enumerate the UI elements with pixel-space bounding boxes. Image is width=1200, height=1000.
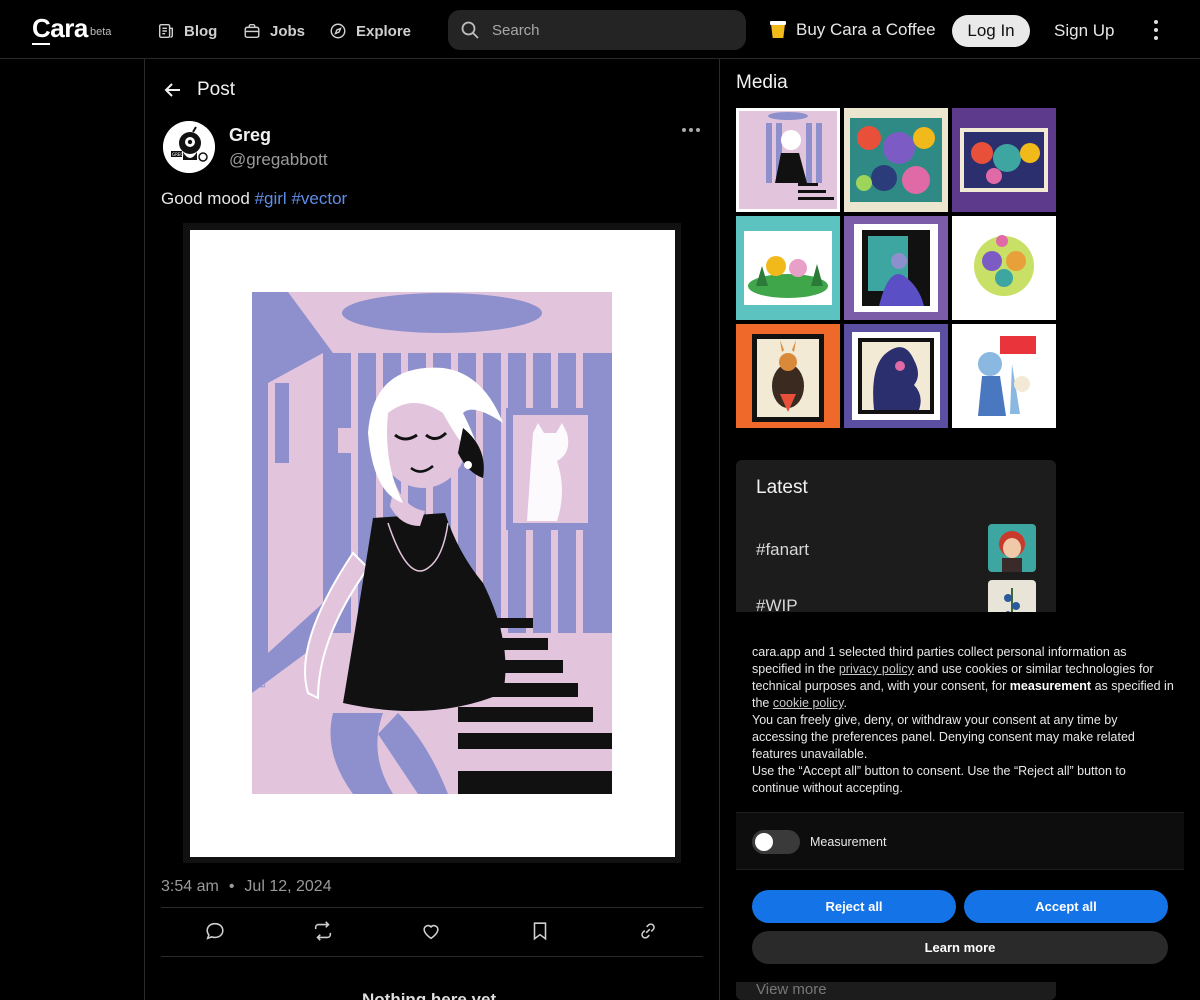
logo-text: Cara: [32, 13, 88, 43]
coffee-cup-icon: [770, 21, 786, 39]
nav-jobs-label: Jobs: [270, 22, 306, 40]
share-link-button[interactable]: [637, 920, 661, 944]
column-divider-left: [144, 59, 145, 1000]
post-options-icon[interactable]: [682, 128, 700, 132]
toggle-knob: [755, 833, 773, 851]
hashtag-link[interactable]: #girl: [255, 189, 287, 208]
author-handle[interactable]: @gregabbott: [229, 150, 328, 170]
media-thumbnail[interactable]: [844, 324, 948, 428]
empty-comments-text: Nothing here yet: [362, 990, 497, 1000]
nav-jobs[interactable]: Jobs: [243, 20, 305, 42]
consent-preferences-row: Measurement: [736, 812, 1184, 870]
post-date: Jul 12, 2024: [244, 878, 332, 895]
caption-text: Good mood: [161, 189, 250, 208]
author-avatar[interactable]: GREG: [163, 121, 215, 173]
login-button[interactable]: Log In: [952, 15, 1030, 47]
search-input[interactable]: [492, 21, 722, 39]
more-menu-icon[interactable]: [1149, 20, 1163, 40]
actions-divider-bottom: [161, 956, 703, 957]
media-thumbnail[interactable]: [952, 216, 1056, 320]
consent-text: cara.app and 1 selected third parties co…: [752, 644, 1176, 797]
artwork-signature: BY • © GREG ABBOTT 2024-06-28 (V): [258, 537, 267, 688]
svg-text:GREG: GREG: [172, 152, 184, 157]
latest-heading: Latest: [756, 477, 808, 498]
logo-underline: [32, 43, 50, 45]
cookie-consent-banner: cara.app and 1 selected third parties co…: [736, 612, 1200, 982]
measurement-toggle[interactable]: [752, 830, 800, 854]
post-heading: Post: [197, 79, 236, 100]
nav-blog[interactable]: Blog: [157, 20, 217, 42]
post-caption: Good mood #girl #vector: [161, 189, 347, 209]
search-icon: [461, 21, 479, 39]
nav-explore-label: Explore: [356, 22, 412, 40]
buy-coffee-link[interactable]: Buy Cara a Coffee: [770, 20, 936, 40]
media-thumbnail[interactable]: [952, 108, 1056, 212]
learn-more-button[interactable]: Learn more: [752, 931, 1168, 964]
timestamp-separator: •: [228, 878, 235, 895]
back-arrow-icon[interactable]: [163, 80, 183, 100]
buy-coffee-label: Buy Cara a Coffee: [796, 20, 936, 39]
signup-link[interactable]: Sign Up: [1054, 21, 1114, 41]
post-time: 3:54 am: [161, 878, 219, 895]
latest-tag-fanart[interactable]: #fanart: [756, 540, 809, 560]
hashtag-link[interactable]: #vector: [291, 189, 347, 208]
author-name[interactable]: Greg: [229, 125, 271, 146]
media-thumbnail[interactable]: [844, 108, 948, 212]
comment-button[interactable]: [204, 920, 228, 944]
beta-badge: beta: [90, 26, 112, 38]
blog-icon: [158, 23, 174, 39]
search-bar[interactable]: [448, 10, 746, 50]
bookmark-button[interactable]: [529, 920, 553, 944]
media-heading: Media: [736, 72, 788, 93]
privacy-policy-link[interactable]: privacy policy: [839, 662, 914, 676]
post-timestamp: 3:54 am • Jul 12, 2024: [161, 878, 332, 896]
measurement-toggle-label: Measurement: [810, 835, 887, 849]
top-bar: Cara beta Blog Jobs Explore Buy Cara a C…: [0, 0, 1200, 59]
latest-thumbnail[interactable]: [988, 524, 1036, 572]
reject-all-button[interactable]: Reject all: [752, 890, 956, 923]
consent-paragraph-1: cara.app and 1 selected third parties co…: [752, 645, 1174, 710]
media-thumbnail[interactable]: [736, 108, 840, 212]
comment-icon: [206, 922, 224, 940]
accept-all-button[interactable]: Accept all: [964, 890, 1168, 923]
media-thumbnail[interactable]: [736, 216, 840, 320]
artwork-image: BY • © GREG ABBOTT 2024-06-28 (V): [183, 223, 681, 863]
column-divider-right: [719, 59, 720, 1000]
measurement-bold: measurement: [1009, 679, 1092, 693]
cara-logo[interactable]: Cara: [32, 13, 88, 45]
repost-icon: [314, 921, 332, 941]
post-header: Post: [163, 79, 235, 101]
share-link-icon: [641, 923, 655, 939]
like-icon: [423, 924, 439, 940]
view-more-link[interactable]: View more: [756, 981, 827, 998]
media-thumbnail[interactable]: [844, 216, 948, 320]
cookie-policy-link[interactable]: cookie policy: [773, 696, 844, 710]
nav-blog-label: Blog: [184, 22, 218, 40]
briefcase-icon: [244, 23, 260, 39]
nav-explore[interactable]: Explore: [329, 20, 411, 42]
repost-button[interactable]: [312, 920, 336, 944]
consent-paragraph-2: You can freely give, deny, or withdraw y…: [752, 713, 1135, 761]
media-thumbnail[interactable]: [736, 324, 840, 428]
compass-icon: [330, 23, 346, 39]
post-artwork[interactable]: BY • © GREG ABBOTT 2024-06-28 (V): [183, 223, 681, 863]
consent-paragraph-3: Use the “Accept all” button to consent. …: [752, 764, 1126, 795]
bookmark-icon: [533, 922, 547, 941]
media-thumbnail[interactable]: [952, 324, 1056, 428]
actions-divider-top: [161, 907, 703, 908]
like-button[interactable]: [420, 920, 444, 944]
